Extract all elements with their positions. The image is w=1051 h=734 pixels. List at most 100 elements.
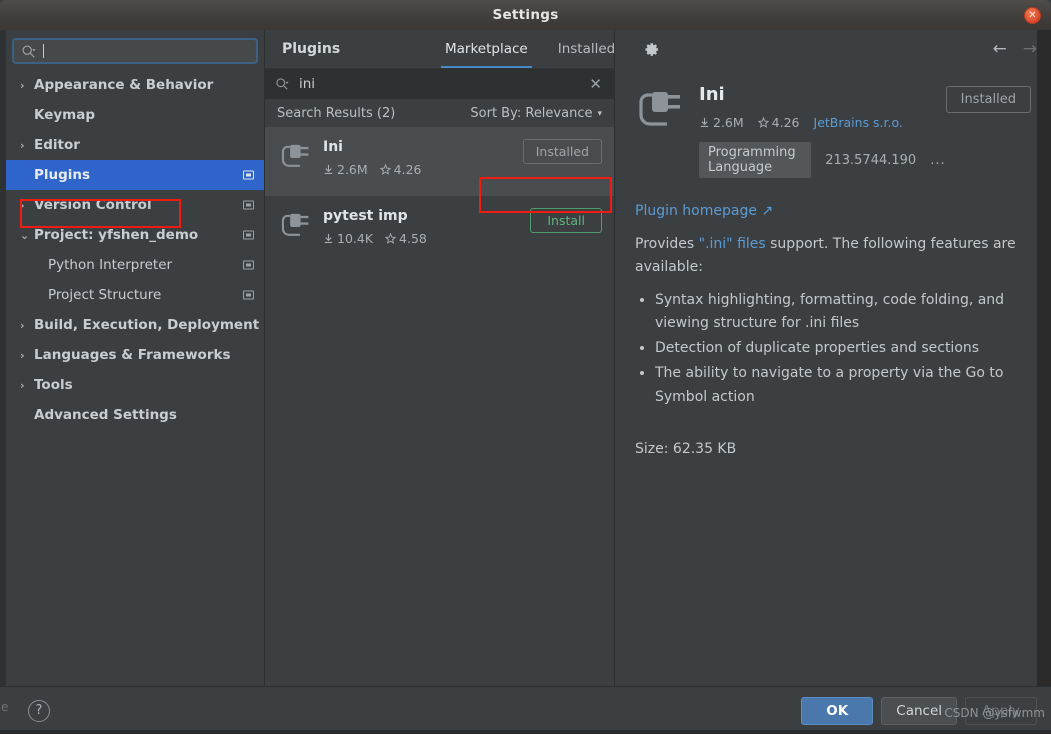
sidebar-item-appearance-behavior[interactable]: › Appearance & Behavior bbox=[6, 70, 264, 100]
chevron-right-icon[interactable]: › bbox=[20, 349, 34, 362]
help-button[interactable]: ? bbox=[28, 699, 50, 722]
sidebar-item-tools[interactable]: › Tools bbox=[6, 370, 264, 400]
plugin-name: Ini bbox=[323, 139, 343, 155]
chevron-right-icon[interactable]: › bbox=[20, 379, 34, 392]
sidebar-item-python-interpreter[interactable]: Python Interpreter bbox=[6, 250, 264, 280]
plugin-homepage-link[interactable]: Plugin homepage ↗ bbox=[635, 203, 773, 219]
close-icon[interactable]: ✕ bbox=[1024, 7, 1041, 24]
plugin-name: pytest imp bbox=[323, 208, 408, 224]
sidebar-item-project-structure[interactable]: Project Structure bbox=[6, 280, 264, 310]
search-input[interactable] bbox=[44, 43, 250, 59]
sidebar-item-label: Build, Execution, Deployment bbox=[34, 317, 260, 333]
plugin-icon bbox=[635, 84, 689, 136]
plugin-list-item[interactable]: pytest imp 10.4K 4.58 Install bbox=[265, 196, 614, 265]
tab-installed[interactable]: Installed bbox=[558, 30, 616, 68]
cancel-button[interactable]: Cancel bbox=[881, 696, 957, 725]
plugin-meta: Ini 2.6M 4.26 JetBrains s.r.o. Programmi… bbox=[689, 84, 946, 178]
download-count: 2.6M bbox=[699, 115, 744, 130]
chevron-right-icon[interactable]: › bbox=[20, 319, 34, 332]
sort-by-label: Sort By: Relevance bbox=[470, 105, 593, 121]
chevron-down-icon: ▾ bbox=[597, 109, 602, 119]
feature-list: Syntax highlighting, formatting, code fo… bbox=[655, 289, 1031, 408]
tab-marketplace[interactable]: Marketplace bbox=[441, 30, 532, 68]
sidebar-item-version-control[interactable]: › Version Control bbox=[6, 190, 264, 220]
plugin-title: Ini bbox=[699, 84, 725, 105]
sidebar-item-label: Version Control bbox=[34, 197, 152, 213]
sidebar-item-label: Project: yfshen_demo bbox=[34, 227, 199, 243]
star-icon bbox=[757, 117, 769, 128]
sidebar-item-label: Appearance & Behavior bbox=[34, 77, 214, 93]
download-count-value: 2.6M bbox=[713, 115, 744, 130]
dialog-body: › Appearance & Behavior Keymap › Editor Plugi… bbox=[0, 30, 1051, 686]
vendor-link[interactable]: JetBrains s.r.o. bbox=[814, 115, 903, 130]
plugin-icon bbox=[279, 208, 315, 244]
plugin-info: pytest imp 10.4K 4.58 bbox=[315, 208, 530, 246]
sidebar-item-label: Advanced Settings bbox=[34, 407, 177, 423]
plugin-toolbar: Marketplace Installed ← → bbox=[441, 30, 1051, 68]
window-title: Settings bbox=[492, 7, 559, 23]
sort-by-dropdown[interactable]: Sort By: Relevance ▾ bbox=[470, 106, 602, 121]
nav-forward-icon[interactable]: → bbox=[1023, 40, 1037, 58]
window-titlebar: Settings ✕ bbox=[0, 0, 1051, 30]
sidebar-item-project-yfshen-demo[interactable]: ⌄ Project: yfshen_demo bbox=[6, 220, 264, 250]
gear-icon[interactable] bbox=[645, 30, 660, 68]
sidebar-item-advanced-settings[interactable]: Advanced Settings bbox=[6, 400, 264, 430]
installed-button[interactable]: Installed bbox=[522, 139, 602, 164]
sidebar-item-keymap[interactable]: Keymap bbox=[6, 100, 264, 130]
project-scope-icon bbox=[243, 170, 254, 180]
sidebar-item-plugins[interactable]: Plugins bbox=[6, 160, 264, 190]
chevron-right-icon[interactable]: › bbox=[20, 139, 34, 152]
sidebar-item-label: Keymap bbox=[34, 107, 96, 123]
search-icon bbox=[275, 77, 293, 91]
sidebar-item-editor[interactable]: › Editor bbox=[6, 130, 264, 160]
tab-marketplace-label: Marketplace bbox=[445, 41, 528, 57]
results-count-label: Search Results (2) bbox=[277, 105, 396, 121]
more-icon[interactable]: ... bbox=[930, 153, 945, 168]
install-button[interactable]: Install bbox=[530, 208, 602, 233]
sidebar-item-languages-frameworks[interactable]: › Languages & Frameworks bbox=[6, 340, 264, 370]
download-icon bbox=[324, 233, 333, 243]
sidebar-item-label: Project Structure bbox=[48, 287, 162, 303]
plugin-list-item[interactable]: Ini 2.6M 4.26 Installed bbox=[265, 127, 614, 196]
plugin-stats: 2.6M 4.26 bbox=[323, 162, 523, 177]
sidebar-item-build-execution-deployment[interactable]: › Build, Execution, Deployment bbox=[6, 310, 264, 340]
results-bar: Search Results (2) Sort By: Relevance ▾ bbox=[265, 99, 614, 127]
chevron-down-icon[interactable]: ⌄ bbox=[20, 229, 34, 242]
right-edge-strip bbox=[1037, 30, 1051, 686]
sidebar-item-label: Python Interpreter bbox=[48, 257, 173, 273]
rating-value: 4.58 bbox=[399, 231, 427, 246]
plugin-stats: 2.6M 4.26 JetBrains s.r.o. bbox=[699, 115, 946, 130]
plugin-search-bar[interactable]: ini ✕ bbox=[265, 68, 614, 99]
plugin-tags: Programming Language 213.5744.190 ... bbox=[699, 142, 946, 178]
installed-button[interactable]: Installed bbox=[945, 86, 1031, 113]
project-scope-icon bbox=[243, 200, 254, 210]
feature-item: Syntax highlighting, formatting, code fo… bbox=[655, 289, 1031, 335]
apply-button[interactable]: Apply bbox=[965, 696, 1037, 725]
close-icon[interactable]: ✕ bbox=[587, 75, 604, 93]
plugin-icon bbox=[279, 139, 315, 175]
download-count: 2.6M bbox=[323, 162, 368, 177]
nav-back-icon[interactable]: ← bbox=[993, 40, 1007, 58]
tag-programming-language[interactable]: Programming Language bbox=[699, 142, 812, 178]
dialog-footer: ? OK Cancel Apply bbox=[0, 686, 1051, 734]
settings-search-box[interactable] bbox=[12, 38, 258, 64]
plugin-detail-body: Ini 2.6M 4.26 JetBrains s.r.o. Programmi… bbox=[615, 68, 1051, 457]
description-link[interactable]: ".ini" files bbox=[699, 236, 766, 252]
navigation-arrows: ← → bbox=[993, 30, 1038, 68]
sidebar-item-label: Tools bbox=[34, 377, 73, 393]
chevron-right-icon[interactable]: › bbox=[20, 79, 34, 92]
ok-button[interactable]: OK bbox=[801, 696, 874, 725]
star-icon bbox=[379, 164, 391, 175]
rating-value: 4.26 bbox=[771, 115, 800, 130]
chevron-right-icon[interactable]: › bbox=[20, 199, 34, 212]
plugin-version: 213.5744.190 bbox=[825, 152, 917, 168]
rating: 4.26 bbox=[379, 162, 422, 177]
plugin-detail-header: Ini 2.6M 4.26 JetBrains s.r.o. Programmi… bbox=[635, 84, 1031, 178]
project-scope-icon bbox=[243, 260, 254, 270]
download-count: 10.4K bbox=[323, 231, 373, 246]
tab-installed-label: Installed bbox=[557, 41, 616, 57]
project-scope-icon bbox=[243, 290, 254, 300]
plugin-search-value[interactable]: ini bbox=[293, 76, 587, 92]
plugin-list-panel: Plugins ini ✕ Search Results (2) Sort By… bbox=[265, 30, 615, 686]
plugin-info: Ini 2.6M 4.26 bbox=[315, 139, 523, 177]
